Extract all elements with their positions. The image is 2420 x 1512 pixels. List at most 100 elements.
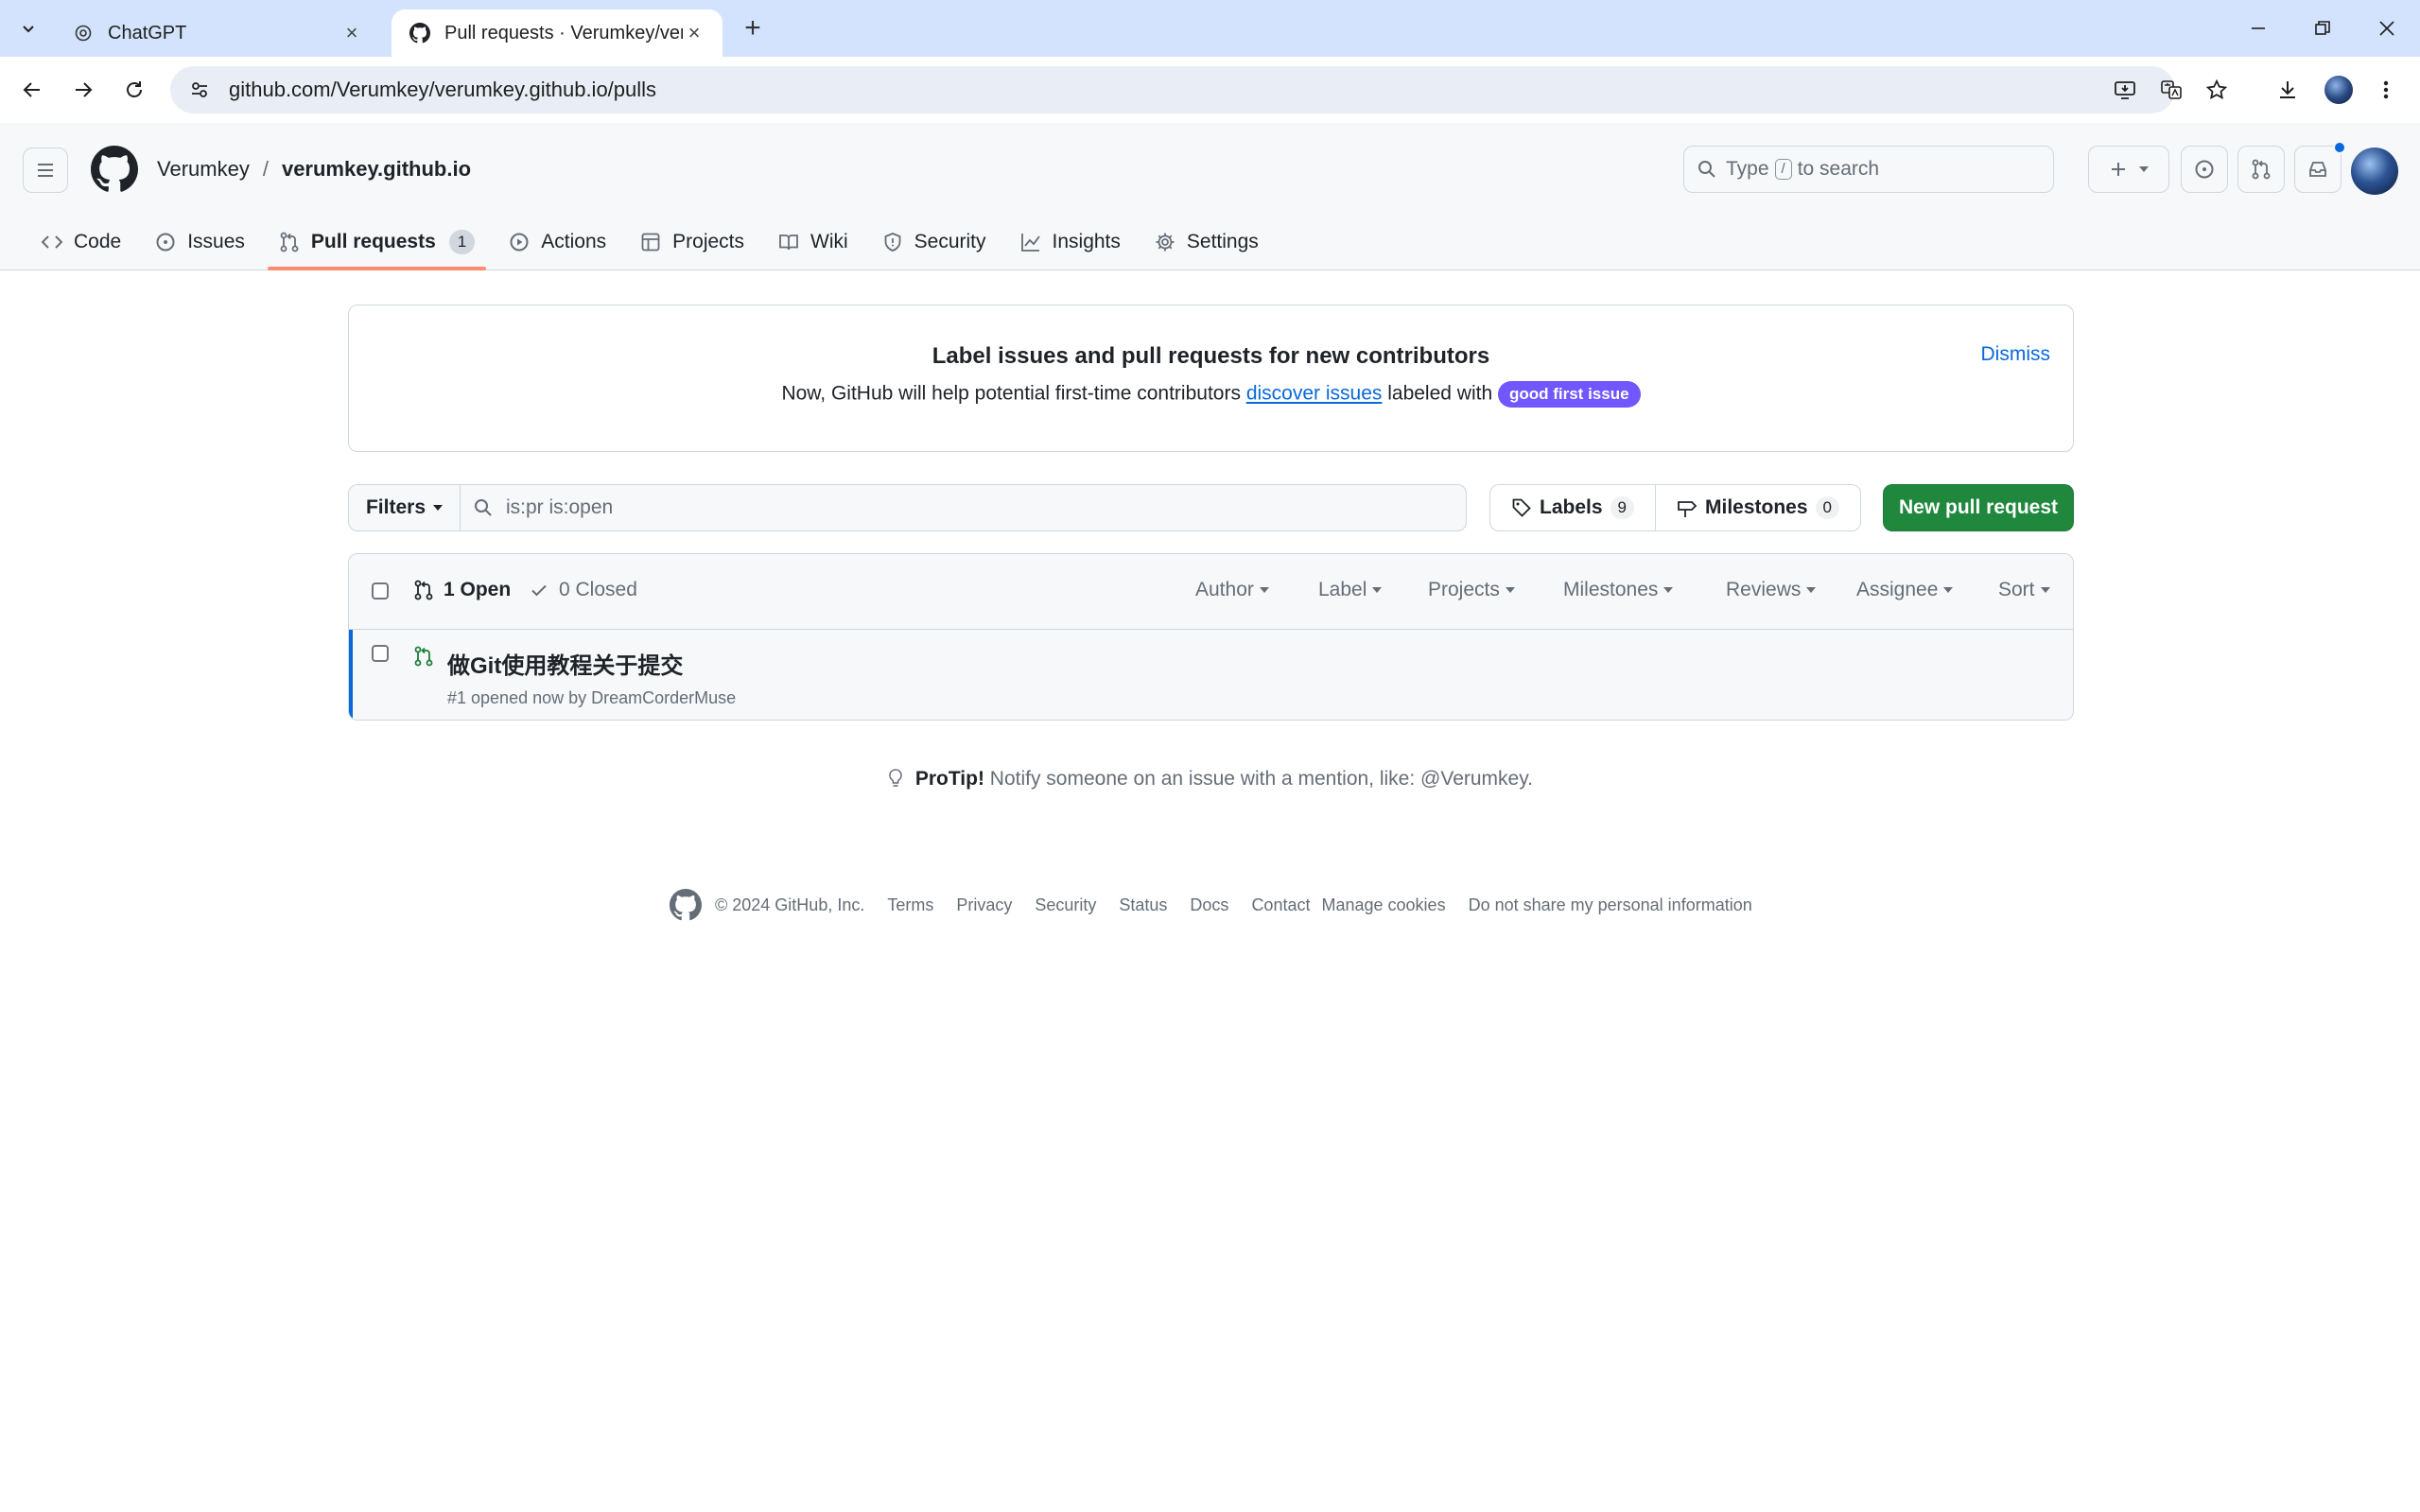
github-logo-icon[interactable] [670, 889, 702, 921]
labels-button[interactable]: Labels 9 [1490, 485, 1655, 530]
tab-label: Pull requests [310, 231, 436, 252]
issues-button[interactable] [2181, 146, 2228, 193]
tab-label: Issues [187, 231, 245, 252]
caret-down-icon [1505, 587, 1515, 593]
caret-down-icon [1259, 587, 1269, 593]
footer-link-privacy[interactable]: Privacy [956, 895, 1012, 915]
filters-dropdown-button[interactable]: Filters [348, 484, 460, 531]
repo-name-link[interactable]: verumkey.github.io [282, 157, 471, 182]
translate-icon[interactable] [2154, 73, 2188, 107]
sort-dropdown[interactable]: Sort [1998, 579, 2050, 601]
tab-settings[interactable]: Settings [1143, 214, 1270, 270]
new-pull-request-button[interactable]: New pull request [1883, 484, 2074, 531]
tab-code[interactable]: Code [30, 214, 132, 270]
projects-filter-dropdown[interactable]: Projects [1428, 579, 1515, 601]
good-first-issue-label: good first issue [1497, 381, 1641, 408]
tab-security[interactable]: Security [871, 214, 998, 270]
select-all-checkbox[interactable] [372, 582, 389, 600]
create-new-button[interactable] [2088, 146, 2169, 193]
minimize-icon [2252, 27, 2265, 29]
url-text[interactable]: github.com/Verumkey/verumkey.github.io/p… [229, 78, 656, 102]
minimize-window-button[interactable] [2230, 9, 2287, 47]
profile-avatar[interactable] [2322, 73, 2356, 107]
back-button[interactable] [15, 73, 49, 107]
footer-link-do-not-share[interactable]: Do not share my personal information [1469, 895, 1752, 915]
repo-owner-link[interactable]: Verumkey [157, 157, 250, 182]
downloads-icon[interactable] [2271, 73, 2305, 107]
pr-title-link[interactable]: 做Git使用教程关于提交 [447, 647, 683, 680]
browser-menu-icon[interactable] [2369, 73, 2403, 107]
reviews-filter-dropdown[interactable]: Reviews [1726, 579, 1817, 601]
close-icon [2379, 21, 2394, 36]
tab-search-button[interactable] [13, 13, 44, 43]
pull-request-list: 1 Open 0 Closed Author Label Projects Mi… [348, 553, 2074, 721]
select-pr-checkbox[interactable] [372, 645, 389, 662]
close-tab-icon[interactable]: × [683, 21, 705, 44]
arrow-left-icon [23, 82, 40, 97]
search-placeholder-after: to search [1797, 158, 1880, 180]
tab-label: Wiki [810, 231, 848, 252]
reload-button[interactable] [117, 73, 151, 107]
arrow-right-icon [76, 82, 93, 97]
address-bar[interactable]: github.com/Verumkey/verumkey.github.io/p… [170, 66, 2175, 113]
search-all-pull-requests-input[interactable]: is:pr is:open [460, 484, 1467, 531]
tab-pull-requests[interactable]: Pull requests 1 [267, 214, 487, 270]
label-filter-dropdown[interactable]: Label [1318, 579, 1383, 601]
git-pull-request-icon [414, 580, 433, 600]
open-global-nav-button[interactable] [23, 148, 68, 193]
install-app-icon[interactable] [2108, 73, 2142, 107]
dismiss-button[interactable]: Dismiss [1981, 343, 2051, 366]
site-info-icon[interactable] [176, 66, 223, 113]
tab-label: Settings [1186, 231, 1259, 252]
assignee-filter-dropdown[interactable]: Assignee [1856, 579, 1954, 601]
global-search-input[interactable]: Type / to search [1683, 146, 2054, 193]
list-item: 做Git使用教程关于提交 #1 opened now by DreamCorde… [349, 630, 2073, 720]
pull-requests-counter: 1 [448, 230, 476, 254]
filter-query: is:pr is:open [506, 496, 614, 518]
sort-label: Sort [1998, 579, 2035, 600]
tab-issues[interactable]: Issues [144, 214, 256, 270]
play-icon [510, 233, 529, 252]
tab-wiki[interactable]: Wiki [767, 214, 860, 270]
close-tab-icon[interactable]: × [340, 21, 363, 44]
forward-button[interactable] [66, 73, 100, 107]
github-logo-icon[interactable] [91, 146, 138, 193]
closed-filter-link[interactable]: 0 Closed [529, 579, 637, 601]
pull-requests-button[interactable] [2237, 146, 2285, 193]
close-window-button[interactable] [2359, 9, 2415, 47]
user-avatar[interactable] [2351, 148, 2398, 195]
footer-link-contact[interactable]: Contact [1251, 895, 1310, 915]
protip-text: Notify someone on an issue with a mentio… [989, 768, 1533, 790]
breadcrumb: Verumkey / verumkey.github.io [157, 157, 471, 182]
git-pull-request-icon [280, 232, 299, 252]
caret-down-icon [433, 505, 444, 511]
tab-projects[interactable]: Projects [629, 214, 756, 270]
milestones-filter-label: Milestones [1563, 579, 1659, 600]
footer-link-manage-cookies[interactable]: Manage cookies [1321, 895, 1445, 915]
footer-link-docs[interactable]: Docs [1190, 895, 1228, 915]
labels-milestones-group: Labels 9 Milestones 0 [1489, 484, 1861, 531]
inbox-button[interactable] [2294, 141, 2346, 193]
search-shortcut-key: / [1774, 159, 1792, 180]
git-pull-request-icon [2252, 159, 2271, 180]
hamburger-icon [38, 164, 53, 177]
footer-link-terms[interactable]: Terms [887, 895, 933, 915]
tab-actions[interactable]: Actions [497, 214, 618, 270]
banner-text: Now, GitHub will help potential first-ti… [349, 381, 2073, 408]
footer-link-status[interactable]: Status [1119, 895, 1167, 915]
milestones-button[interactable]: Milestones 0 [1655, 485, 1860, 530]
discover-issues-link[interactable]: discover issues [1246, 383, 1383, 405]
tab-insights[interactable]: Insights [1009, 214, 1132, 270]
browser-tab-chatgpt[interactable]: ChatGPT × [55, 9, 380, 57]
new-tab-button[interactable]: + [738, 12, 768, 43]
footer-link-security[interactable]: Security [1035, 895, 1096, 915]
bookmark-star-icon[interactable] [2200, 73, 2234, 107]
restore-window-button[interactable] [2294, 9, 2351, 47]
open-filter-link[interactable]: 1 Open [413, 579, 511, 601]
author-filter-dropdown[interactable]: Author [1195, 579, 1269, 601]
git-pull-request-open-icon [414, 646, 433, 667]
browser-tab-pull-requests[interactable]: Pull requests · Verumkey/verumkey.github… [392, 9, 723, 57]
tab-label: Actions [541, 231, 607, 252]
milestones-filter-dropdown[interactable]: Milestones [1563, 579, 1674, 601]
check-icon [531, 584, 547, 597]
